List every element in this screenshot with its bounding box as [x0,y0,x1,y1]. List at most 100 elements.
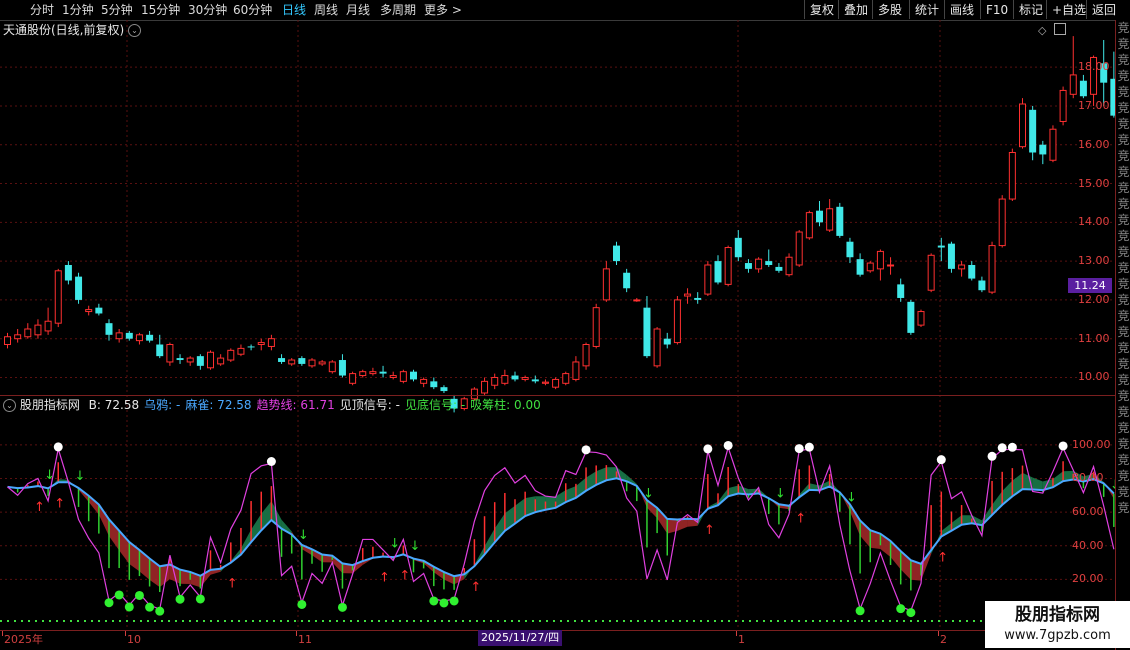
indicator-value: B: 72.58 [88,398,140,412]
ribbon-segment [1032,477,1043,491]
watermark: 股朋指标网 www.7gpzb.com [985,601,1130,648]
sell-arrow-icon: ↓ [75,469,86,484]
candle-body-down [105,323,113,335]
candle-body-down [846,241,854,258]
candle-body-up [1069,74,1077,95]
bottom-signal-dot [855,606,865,616]
candle-body-down [1079,80,1087,97]
candle-body-down [95,307,103,314]
side-char: 竞 [1117,181,1130,195]
side-char: 竞 [1117,309,1130,323]
indicator-value: 趋势线: 61.71 [256,398,335,412]
x-axis-tick [125,631,126,636]
candle-body-up [785,256,793,276]
side-char: 竞 [1117,405,1130,419]
price-axis-label: 17.00 [1078,98,1110,112]
side-char: 竞 [1117,101,1130,115]
bottom-signal-dot [439,598,449,608]
top-signal-dot [1007,442,1017,452]
x-axis-tick [2,631,3,636]
chevron-down-icon[interactable]: ⌄ [3,399,16,412]
candle-body-up [653,328,661,367]
candle-body-up [491,376,499,386]
candle-body-down [623,272,631,289]
candle-body-up [724,247,732,285]
indicator-axis-label: 100.00 [1072,437,1111,451]
x-axis-label: 2025年 [4,633,43,646]
indicator-value: 见底信号: - [404,398,466,412]
x-axis-tick [736,631,737,636]
side-char: 竞 [1117,277,1130,291]
candle-body-up [552,378,560,388]
chart-canvas[interactable]: ↑↓↑↓↑↓↑↓↑↓↑↓↑↓↑↓↑↓ [0,0,1115,650]
bottom-signal-dot [429,596,439,606]
side-char: 竞 [1117,501,1130,515]
candle-body-down [196,356,204,366]
sell-arrow-icon: ↓ [846,490,857,505]
candle-body-up [592,307,600,347]
candle-body-down [410,371,417,380]
top-signal-dot [794,444,804,454]
candle-body-up [54,270,62,324]
bottom-signal-dot [124,602,134,612]
candle-body-up [887,264,895,267]
sell-arrow-icon: ↓ [389,536,400,551]
bottom-signal-dot [114,590,124,600]
bottom-signal-dot [896,604,906,614]
candle-body-down [511,375,519,380]
candle-body-down [64,264,72,281]
candle-body-up [826,208,834,231]
candle-body-up [288,359,296,365]
price-axis-label: 16.00 [1078,137,1110,151]
candle-body-up [958,264,966,270]
candle-body-up [328,361,336,373]
candle-body-up [917,311,925,326]
side-char: 竞 [1117,245,1130,259]
pane-separator [0,395,1115,396]
indicator-axis-label: 20.00 [1072,572,1104,586]
candle-body-down [643,307,651,357]
candle-body-up [805,212,813,239]
candle-body-up [237,347,245,355]
candle-body-up [866,262,874,272]
candle-body-up [207,351,214,369]
candle-body-down [298,358,306,364]
candle-body-down [531,379,539,382]
candle-body-up [135,334,143,342]
candle-body-down [146,334,154,341]
candle-body-up [876,250,884,270]
candle-body-up [166,344,174,363]
candle-body-down [775,266,783,271]
candle-body-down [430,381,438,388]
buy-arrow-icon: ↑ [704,523,715,538]
candle-body-up [420,378,428,384]
candle-body-up [521,376,529,380]
candle-body-up [633,299,641,302]
candle-body-up [572,361,580,380]
candle-body-down [947,243,955,269]
buy-arrow-icon: ↑ [379,571,390,586]
price-axis-label: 13.00 [1078,254,1110,268]
candle-body-up [704,264,712,295]
candle-body-up [186,357,194,363]
candle-body-down [338,360,346,376]
candle-body-down [379,371,387,374]
side-char: 竞 [1117,341,1130,355]
top-signal-dot [723,440,733,450]
candle-body-down [176,358,184,361]
price-axis-label: 14.00 [1078,215,1110,229]
candle-body-up [257,342,265,346]
candle-body-down [978,280,986,291]
candle-body-up [1008,151,1016,200]
x-axis-label: 11 [298,633,312,646]
bottom-signal-dot [195,594,205,604]
side-char: 竞 [1117,229,1130,243]
candle-body-down [937,245,945,248]
right-side-panel[interactable]: 竞竞竞竞竞竞竞竞竞竞竞竞竞竞竞竞竞竞竞竞竞竞竞竞竞竞竞竞竞竞竞 [1115,20,1130,650]
price-axis-label: 10.00 [1078,370,1110,384]
candle-body-up [684,293,692,297]
top-signal-dot [997,443,1007,453]
candle-body-up [562,373,570,384]
candle-body-up [988,245,996,293]
side-char: 竞 [1117,421,1130,435]
